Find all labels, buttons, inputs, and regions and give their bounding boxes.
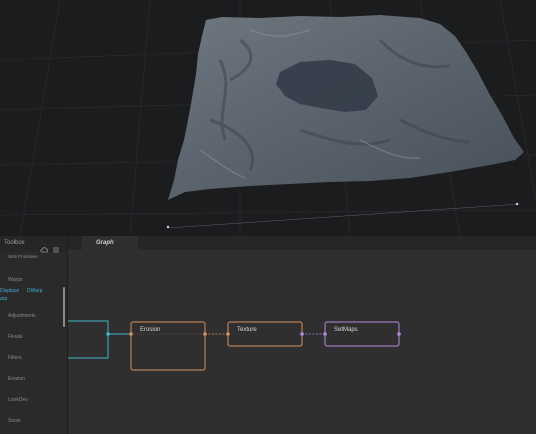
- sidebar-item-adjustments[interactable]: Adjustments: [8, 313, 36, 319]
- sidebar-scrollbar[interactable]: [63, 287, 65, 327]
- toolbox-sidebar: Toolbox Sets Primitives Warps Displace D…: [0, 236, 68, 434]
- terrain-scene: [0, 0, 536, 236]
- sidebar-subtitle: Sets Primitives: [8, 254, 38, 259]
- sidebar-item-warps[interactable]: Warps: [8, 277, 22, 283]
- cloud-icon[interactable]: [40, 240, 49, 253]
- sidebar-subitem-dwarp[interactable]: DWarp: [27, 288, 42, 294]
- sidebar-item-lookdev[interactable]: LookDev: [8, 397, 28, 403]
- erosion-node-label: Erosion: [140, 327, 161, 333]
- sidebar-item-fluvial[interactable]: Fluvial: [8, 334, 22, 340]
- texture-node-label: Texture: [237, 327, 257, 333]
- setmaps-node-label: SetMaps: [334, 327, 358, 333]
- sidebar-item-erosion[interactable]: Erosion: [8, 376, 25, 382]
- setmaps-node[interactable]: [324, 321, 400, 347]
- texture-node[interactable]: [227, 321, 303, 347]
- menu-icon[interactable]: [53, 240, 60, 253]
- sidebar-subitem-displace[interactable]: Displace: [0, 288, 19, 294]
- bottom-panel: Toolbox Sets Primitives Warps Displace D…: [0, 236, 536, 434]
- input-node[interactable]: [68, 320, 109, 359]
- 3d-viewport[interactable]: [0, 0, 536, 236]
- sidebar-subitem-warp[interactable]: arp: [0, 296, 7, 302]
- node-graph-canvas: [68, 320, 401, 371]
- sidebar-item-filters[interactable]: Filters: [8, 355, 22, 361]
- sidebar-title: Toolbox: [4, 240, 25, 246]
- sidebar-header: Toolbox: [0, 236, 67, 253]
- graph-panel[interactable]: Graph Erosion Texture SetMaps: [68, 236, 536, 434]
- sidebar-item-snow[interactable]: Snow: [8, 418, 21, 424]
